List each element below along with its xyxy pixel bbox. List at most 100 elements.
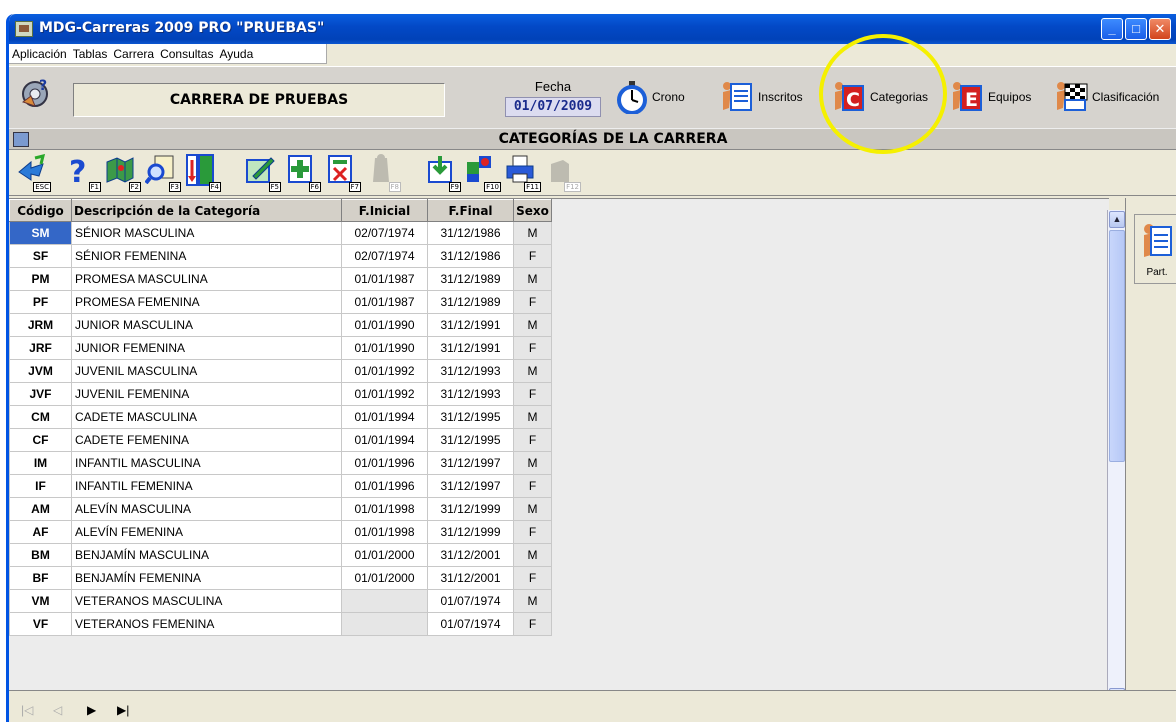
cell-desc[interactable]: PROMESA FEMENINA [71,290,342,314]
cell-sex[interactable]: M [513,497,552,521]
cell-end[interactable]: 31/12/1995 [427,405,514,429]
cell-desc[interactable]: SÉNIOR FEMENINA [71,244,342,268]
disabled-f12-button[interactable]: F12 [545,154,581,192]
exit-button[interactable]: ESC [15,153,51,192]
table-row[interactable]: JRM JUNIOR MASCULINA 01/01/1990 31/12/1991 M [9,313,552,337]
cell-sex[interactable]: M [513,405,552,429]
cell-desc[interactable]: CADETE MASCULINA [71,405,342,429]
cell-end[interactable]: 31/12/1986 [427,244,514,268]
cell-end[interactable]: 31/12/1986 [427,221,514,245]
menu-ayuda[interactable]: Ayuda [216,44,256,64]
col-descripcion[interactable]: Descripción de la Categoría [71,199,342,222]
cell-end[interactable]: 31/12/1999 [427,520,514,544]
cell-end[interactable]: 31/12/1997 [427,474,514,498]
equipos-button[interactable]: E Equipos [951,75,1031,119]
cell-start[interactable] [341,612,428,636]
cell-start[interactable]: 01/01/2000 [341,566,428,590]
table-row[interactable]: AF ALEVÍN FEMENINA 01/01/1998 31/12/1999 F [9,520,552,544]
cell-end[interactable]: 31/12/2001 [427,566,514,590]
cell-desc[interactable]: ALEVÍN FEMENINA [71,520,342,544]
table-row[interactable]: JRF JUNIOR FEMENINA 01/01/1990 31/12/1991 F [9,336,552,360]
cell-start[interactable]: 01/01/1998 [341,497,428,521]
last-record-button[interactable]: ▶| [117,703,129,717]
cell-start[interactable]: 01/01/1987 [341,290,428,314]
search-button[interactable]: F3 [144,154,181,192]
cell-desc[interactable]: JUVENIL MASCULINA [71,359,342,383]
col-f-final[interactable]: F.Final [427,199,514,222]
map-button[interactable]: F2 [105,154,141,192]
cell-desc[interactable]: JUNIOR FEMENINA [71,336,342,360]
cell-code[interactable]: SM [9,221,72,245]
cell-code[interactable]: JRM [9,313,72,337]
cell-end[interactable]: 31/12/2001 [427,543,514,567]
scrollbar-thumb[interactable] [1109,230,1125,462]
menu-aplicacion[interactable]: Aplicación [9,44,70,64]
cell-start[interactable]: 02/07/1974 [341,244,428,268]
cell-sex[interactable]: M [513,313,552,337]
cell-end[interactable]: 31/12/1997 [427,451,514,475]
cell-code[interactable]: IF [9,474,72,498]
table-row[interactable]: CF CADETE FEMENINA 01/01/1994 31/12/1995 F [9,428,552,452]
cell-code[interactable]: VF [9,612,72,636]
cell-end[interactable]: 31/12/1989 [427,290,514,314]
cell-code[interactable]: PF [9,290,72,314]
cell-code[interactable]: PM [9,267,72,291]
cell-code[interactable]: CM [9,405,72,429]
first-record-button[interactable]: |◁ [21,703,33,717]
cell-code[interactable]: VM [9,589,72,613]
title-bar[interactable]: MDG-Carreras 2009 PRO "PRUEBAS" _ □ ✕ [9,14,1176,44]
col-codigo[interactable]: Código [9,199,72,222]
cell-desc[interactable]: INFANTIL MASCULINA [71,451,342,475]
cell-sex[interactable]: M [513,543,552,567]
table-row[interactable]: SF SÉNIOR FEMENINA 02/07/1974 31/12/1986 F [9,244,552,268]
prev-record-button[interactable]: ◁ [53,703,62,717]
cell-start[interactable]: 01/01/1987 [341,267,428,291]
cell-start[interactable]: 01/01/1998 [341,520,428,544]
cell-desc[interactable]: JUVENIL FEMENINA [71,382,342,406]
table-row[interactable]: BM BENJAMÍN MASCULINA 01/01/2000 31/12/2001… [9,543,552,567]
cell-desc[interactable]: VETERANOS FEMENINA [71,612,342,636]
cell-desc[interactable]: PROMESA MASCULINA [71,267,342,291]
cell-desc[interactable]: CADETE FEMENINA [71,428,342,452]
inscritos-button[interactable]: Inscritos [721,75,803,119]
crono-button[interactable]: Crono [615,75,685,119]
cell-start[interactable]: 01/01/1996 [341,451,428,475]
col-f-inicial[interactable]: F.Inicial [341,199,428,222]
cell-start[interactable]: 01/01/1994 [341,428,428,452]
cell-sex[interactable]: M [513,359,552,383]
cell-code[interactable]: JVF [9,382,72,406]
maximize-button[interactable]: □ [1125,18,1147,40]
next-record-button[interactable]: ▶ [87,703,96,717]
close-button[interactable]: ✕ [1149,18,1171,40]
cell-code[interactable]: AM [9,497,72,521]
cell-code[interactable]: JVM [9,359,72,383]
cell-desc[interactable]: ALEVÍN MASCULINA [71,497,342,521]
cell-end[interactable]: 31/12/1995 [427,428,514,452]
table-row[interactable]: IF INFANTIL FEMENINA 01/01/1996 31/12/1997 F [9,474,552,498]
cell-start[interactable] [341,589,428,613]
cell-desc[interactable]: INFANTIL FEMENINA [71,474,342,498]
table-row[interactable]: IM INFANTIL MASCULINA 01/01/1996 31/12/1997… [9,451,552,475]
col-sexo[interactable]: Sexo [513,199,552,222]
cell-sex[interactable]: F [513,474,552,498]
cell-code[interactable]: BF [9,566,72,590]
cell-start[interactable]: 02/07/1974 [341,221,428,245]
cell-start[interactable]: 01/01/1994 [341,405,428,429]
cell-end[interactable]: 31/12/1991 [427,313,514,337]
cell-sex[interactable]: F [513,290,552,314]
print-button[interactable]: F11 [505,154,541,192]
clasificacion-button[interactable]: Clasificación [1055,75,1159,119]
add-button[interactable]: F6 [285,154,321,192]
help-button[interactable]: ? F1 [65,154,101,192]
cell-end[interactable]: 31/12/1993 [427,359,514,383]
cell-code[interactable]: BM [9,543,72,567]
disabled-f8-button[interactable]: F8 [365,154,401,192]
cell-desc[interactable]: BENJAMÍN MASCULINA [71,543,342,567]
categorias-button[interactable]: C Categorias [833,75,928,119]
cell-sex[interactable]: F [513,520,552,544]
sort-button[interactable]: F4 [185,154,221,192]
cell-sex[interactable]: F [513,612,552,636]
table-row[interactable]: VF VETERANOS FEMENINA 01/07/1974 F [9,612,552,636]
table-row[interactable]: SM SÉNIOR MASCULINA 02/07/1974 31/12/1986 M [9,221,552,245]
cell-code[interactable]: CF [9,428,72,452]
